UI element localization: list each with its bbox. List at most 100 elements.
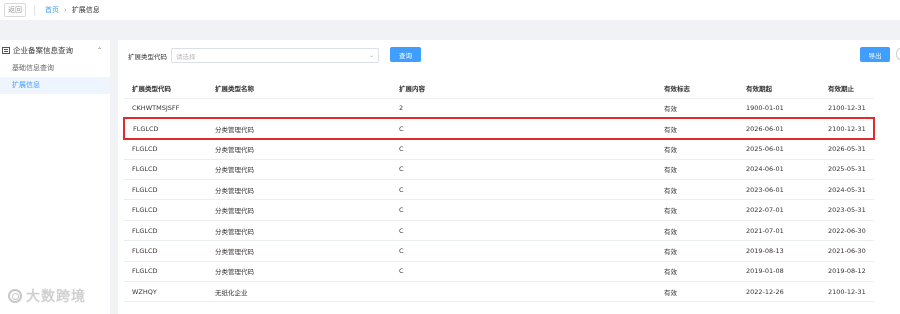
cell-start: 2022-07-01 xyxy=(738,199,820,221)
export-button[interactable]: 导出 xyxy=(860,47,890,62)
cell-flag: 有效 xyxy=(656,117,738,140)
cell-start: 2024-06-01 xyxy=(738,159,820,181)
select-placeholder: 请选择 xyxy=(176,52,196,61)
main-panel: 扩展类型代码 请选择 ⌄ 查询 导出 扩展类型代码 扩展类型名称 扩展内容 有效… xyxy=(118,40,900,314)
column-header: 扩展内容 xyxy=(391,78,656,99)
cell-content xyxy=(391,281,656,303)
cell-flag: 有效 xyxy=(656,159,738,181)
cell-start: 2026-06-01 xyxy=(738,117,820,140)
chevron-up-icon: ⌃ xyxy=(96,46,102,54)
cell-content: 2 xyxy=(391,98,656,119)
query-button[interactable]: 查询 xyxy=(390,47,421,62)
cell-code: FLGLCD xyxy=(124,179,207,201)
cell-flag: 有效 xyxy=(656,199,738,221)
cell-content: C xyxy=(391,159,656,181)
cell-end: 2019-08-12 xyxy=(820,261,874,283)
cell-start: 1900-01-01 xyxy=(738,98,820,119)
cell-start: 2019-08-13 xyxy=(738,240,820,262)
cell-content: C xyxy=(391,199,656,221)
cell-start: 2025-06-01 xyxy=(738,138,820,160)
chevron-down-icon: ⌄ xyxy=(368,52,374,59)
sidebar-group-enterprise-record[interactable]: 企业备案信息查询 ⌃ xyxy=(0,40,110,60)
cell-flag: 有效 xyxy=(656,281,738,303)
column-header: 有效期起 xyxy=(738,78,820,99)
table-row[interactable]: WZHQY 无纸化企业 有效 2022-12-26 2100-12-31 xyxy=(124,281,874,303)
cell-flag: 有效 xyxy=(656,220,738,242)
cell-name: 分类管理代码 xyxy=(207,199,391,221)
cell-end: 2025-05-31 xyxy=(820,159,874,181)
cell-flag: 有效 xyxy=(656,98,738,119)
watermark: 大数跨境 xyxy=(8,286,86,306)
cell-end: 2024-05-31 xyxy=(820,179,874,201)
cell-flag: 有效 xyxy=(656,261,738,283)
cell-end: 2100-12-31 xyxy=(820,98,874,119)
filter-bar: 扩展类型代码 请选择 ⌄ xyxy=(128,48,379,63)
cell-code: FLGLCD xyxy=(124,220,207,242)
table-row[interactable]: FLGLCD 分类管理代码 C 有效 2025-06-01 2026-05-31 xyxy=(124,138,874,160)
table-row[interactable]: FLGLCD 分类管理代码 C 有效 2022-07-01 2023-05-31 xyxy=(124,199,874,221)
cell-code: FLGLCD xyxy=(123,117,207,140)
chevron-right-icon: › xyxy=(64,6,67,14)
column-header: 扩展类型代码 xyxy=(124,78,207,99)
breadcrumb-current: 扩展信息 xyxy=(71,6,100,14)
cell-code: FLGLCD xyxy=(124,261,207,283)
table-row[interactable]: FLGLCD 分类管理代码 C 有效 2023-06-01 2024-05-31 xyxy=(124,179,874,201)
top-bar: 返回 首页 › 扩展信息 xyxy=(0,0,900,20)
divider xyxy=(34,5,35,15)
table-row-highlighted[interactable]: FLGLCD 分类管理代码 C 有效 2026-06-01 2100-12-31 xyxy=(123,117,875,140)
column-header: 扩展类型名称 xyxy=(207,78,391,99)
cell-code: WZHQY xyxy=(124,281,207,303)
cell-start: 2021-07-01 xyxy=(738,220,820,242)
table-header-row: 扩展类型代码 扩展类型名称 扩展内容 有效标志 有效期起 有效期止 xyxy=(124,78,874,99)
sidebar-group-label: 企业备案信息查询 xyxy=(13,45,73,55)
sidebar: 企业备案信息查询 ⌃ 基础信息查询 扩展信息 xyxy=(0,40,110,314)
extension-type-select[interactable]: 请选择 ⌄ xyxy=(171,48,379,63)
cell-code: FLGLCD xyxy=(124,199,207,221)
cell-end: 2100-12-31 xyxy=(820,117,875,140)
cell-name: 分类管理代码 xyxy=(207,261,391,283)
cell-name xyxy=(207,98,391,119)
back-button[interactable]: 返回 xyxy=(4,3,26,17)
watermark-logo-icon xyxy=(8,289,22,303)
table-row[interactable]: FLGLCD 分类管理代码 C 有效 2021-07-01 2022-06-30 xyxy=(124,220,874,242)
cell-end: 2022-06-30 xyxy=(820,220,874,242)
filter-label: 扩展类型代码 xyxy=(128,52,167,61)
cell-end: 2100-12-31 xyxy=(820,281,874,303)
cell-code: FLGLCD xyxy=(124,240,207,262)
cell-content: C xyxy=(391,179,656,201)
cell-name: 分类管理代码 xyxy=(207,138,391,160)
cell-name: 分类管理代码 xyxy=(207,179,391,201)
column-header: 有效期止 xyxy=(820,78,874,99)
sidebar-item-basic-info[interactable]: 基础信息查询 xyxy=(0,60,110,77)
table-row[interactable]: FLGLCD 分类管理代码 C 有效 2019-01-08 2019-08-12 xyxy=(124,261,874,283)
cell-name: 分类管理代码 xyxy=(207,240,391,262)
table-row[interactable]: FLGLCD 分类管理代码 C 有效 2019-08-13 2021-06-30 xyxy=(124,240,874,262)
cell-flag: 有效 xyxy=(656,179,738,201)
table-row[interactable]: FLGLCD 分类管理代码 C 有效 2024-06-01 2025-05-31 xyxy=(124,159,874,181)
cell-end: 2026-05-31 xyxy=(820,138,874,160)
cell-content: C xyxy=(391,220,656,242)
cell-content: C xyxy=(391,261,656,283)
document-icon xyxy=(2,46,10,54)
table-row[interactable]: CKHWTMSJSFF 2 有效 1900-01-01 2100-12-31 xyxy=(124,98,874,119)
cell-content: C xyxy=(391,138,656,160)
cell-flag: 有效 xyxy=(656,138,738,160)
cell-code: FLGLCD xyxy=(124,159,207,181)
cell-end: 2023-05-31 xyxy=(820,199,874,221)
extension-table: 扩展类型代码 扩展类型名称 扩展内容 有效标志 有效期起 有效期止 CKHWTM… xyxy=(123,78,875,303)
cell-code: FLGLCD xyxy=(124,138,207,160)
cell-name: 分类管理代码 xyxy=(207,117,391,140)
cell-code: CKHWTMSJSFF xyxy=(124,98,207,119)
refresh-icon[interactable] xyxy=(896,48,900,60)
breadcrumb-home[interactable]: 首页 xyxy=(45,5,59,15)
cell-name: 分类管理代码 xyxy=(207,220,391,242)
sidebar-item-extended-info[interactable]: 扩展信息 xyxy=(0,77,110,94)
cell-start: 2022-12-26 xyxy=(738,281,820,303)
cell-name: 分类管理代码 xyxy=(207,159,391,181)
cell-end: 2021-06-30 xyxy=(820,240,874,262)
cell-name: 无纸化企业 xyxy=(207,281,391,303)
cell-flag: 有效 xyxy=(656,240,738,262)
column-header: 有效标志 xyxy=(656,78,738,99)
cell-content: C xyxy=(391,240,656,262)
cell-content: C xyxy=(391,117,656,140)
